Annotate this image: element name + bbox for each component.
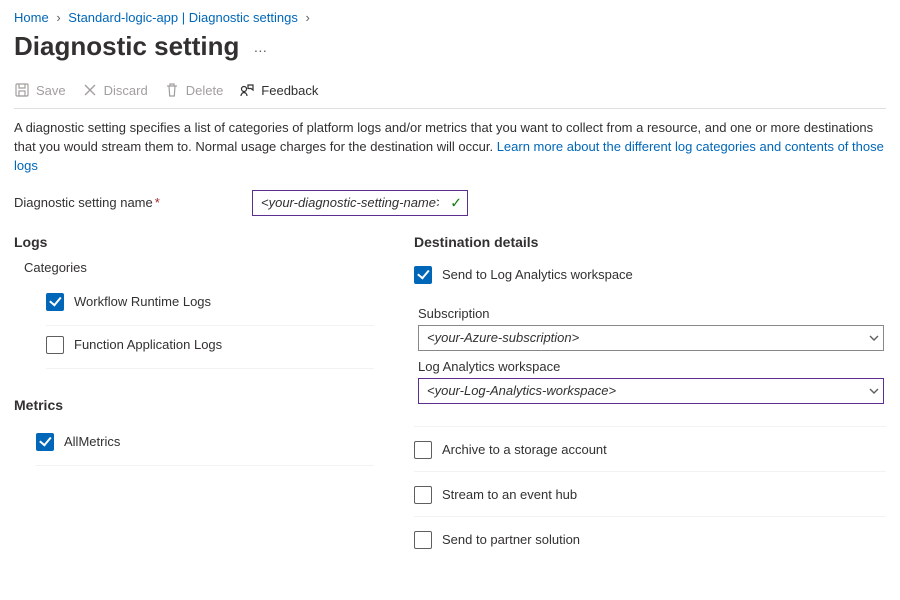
breadcrumb: Home › Standard-logic-app | Diagnostic s…: [14, 10, 886, 25]
save-label: Save: [36, 83, 66, 98]
destination-row: Archive to a storage account: [414, 427, 886, 472]
log-category-row: Function Application Logs: [46, 326, 374, 369]
toolbar: Save Discard Delete Feedback: [14, 76, 886, 109]
stream-eventhub-checkbox[interactable]: [414, 486, 432, 504]
categories-heading: Categories: [24, 260, 374, 275]
breadcrumb-home[interactable]: Home: [14, 10, 49, 25]
breadcrumb-app[interactable]: Standard-logic-app | Diagnostic settings: [68, 10, 298, 25]
chevron-down-icon: [868, 385, 880, 397]
feedback-label: Feedback: [261, 83, 318, 98]
subscription-label: Subscription: [418, 306, 886, 321]
partner-solution-label[interactable]: Send to partner solution: [442, 532, 580, 547]
law-config-block: Subscription <your-Azure-subscription> L…: [414, 290, 886, 427]
check-icon: ✓: [450, 194, 462, 211]
feedback-icon: [239, 82, 255, 98]
archive-storage-checkbox[interactable]: [414, 441, 432, 459]
delete-label: Delete: [186, 83, 224, 98]
workspace-value: <your-Log-Analytics-workspace>: [427, 383, 616, 398]
destination-row: Send to Log Analytics workspace: [414, 260, 886, 290]
destination-row: Stream to an event hub: [414, 472, 886, 517]
required-asterisk: *: [155, 195, 160, 210]
function-application-logs-checkbox[interactable]: [46, 336, 64, 354]
workspace-label: Log Analytics workspace: [418, 359, 886, 374]
logs-heading: Logs: [14, 234, 374, 250]
delete-button[interactable]: Delete: [164, 82, 224, 98]
subscription-select[interactable]: <your-Azure-subscription>: [418, 325, 884, 351]
metric-row: AllMetrics: [36, 423, 374, 466]
archive-storage-label[interactable]: Archive to a storage account: [442, 442, 607, 457]
feedback-button[interactable]: Feedback: [239, 82, 318, 98]
chevron-right-icon: ›: [305, 10, 309, 25]
trash-icon: [164, 82, 180, 98]
setting-name-row: Diagnostic setting name* ✓: [14, 190, 886, 216]
chevron-right-icon: ›: [56, 10, 60, 25]
close-icon: [82, 82, 98, 98]
setting-name-input[interactable]: [252, 190, 468, 216]
subscription-value: <your-Azure-subscription>: [427, 330, 579, 345]
save-icon: [14, 82, 30, 98]
more-actions-button[interactable]: …: [253, 39, 269, 67]
discard-label: Discard: [104, 83, 148, 98]
workflow-runtime-logs-label[interactable]: Workflow Runtime Logs: [74, 294, 211, 309]
chevron-down-icon: [868, 332, 880, 344]
save-button[interactable]: Save: [14, 82, 66, 98]
description-text: A diagnostic setting specifies a list of…: [14, 119, 884, 176]
allmetrics-label[interactable]: AllMetrics: [64, 434, 120, 449]
destination-row: Send to partner solution: [414, 517, 886, 561]
workspace-select[interactable]: <your-Log-Analytics-workspace>: [418, 378, 884, 404]
setting-name-label: Diagnostic setting name*: [14, 195, 242, 210]
partner-solution-checkbox[interactable]: [414, 531, 432, 549]
send-law-checkbox[interactable]: [414, 266, 432, 284]
allmetrics-checkbox[interactable]: [36, 433, 54, 451]
discard-button[interactable]: Discard: [82, 82, 148, 98]
log-category-row: Workflow Runtime Logs: [46, 283, 374, 326]
workflow-runtime-logs-checkbox[interactable]: [46, 293, 64, 311]
stream-eventhub-label[interactable]: Stream to an event hub: [442, 487, 577, 502]
setting-name-label-text: Diagnostic setting name: [14, 195, 153, 210]
metrics-heading: Metrics: [14, 397, 374, 413]
send-law-label[interactable]: Send to Log Analytics workspace: [442, 267, 633, 282]
page-title: Diagnostic setting: [14, 31, 239, 62]
function-application-logs-label[interactable]: Function Application Logs: [74, 337, 222, 352]
destination-heading: Destination details: [414, 234, 886, 250]
